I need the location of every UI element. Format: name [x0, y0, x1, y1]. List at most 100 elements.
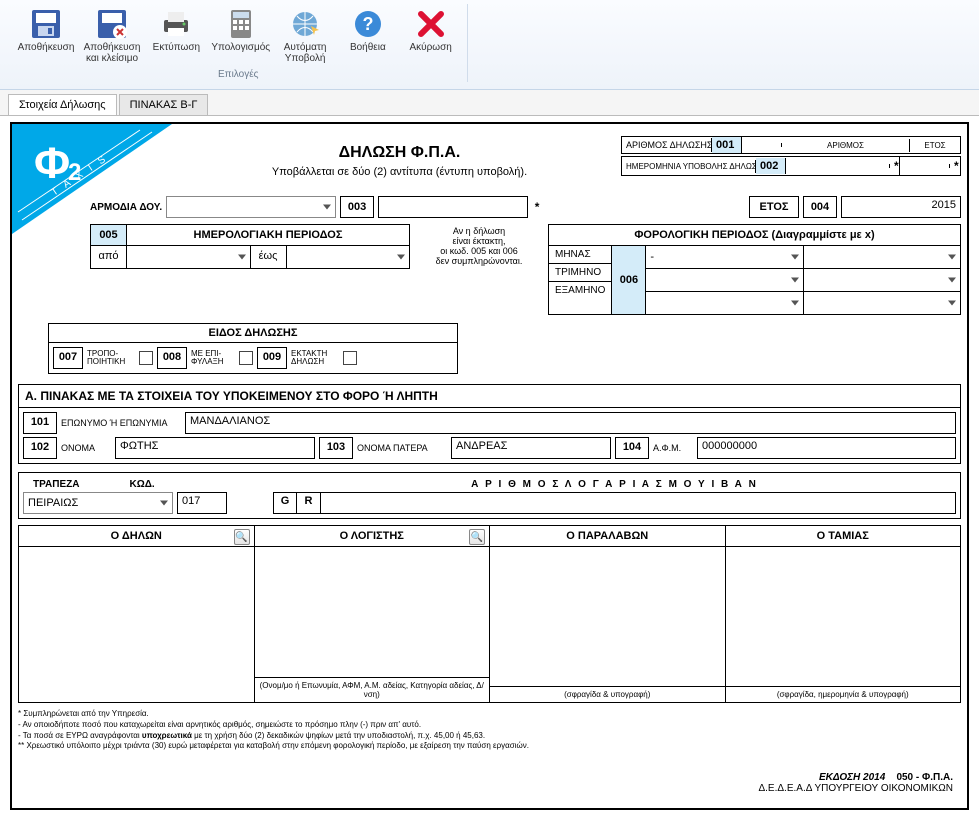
note-2: - Τα ποσά σε ΕΥΡΩ αναγράφονται υποχρεωτι…: [18, 731, 961, 742]
footer-code: 050 - Φ.Π.Α.: [896, 772, 953, 783]
print-label: Εκτύπωση: [153, 42, 200, 53]
kod-label: ΚΩΔ.: [129, 479, 154, 490]
help-label: Βοήθεια: [350, 42, 386, 53]
help-button[interactable]: ? Βοήθεια: [340, 6, 397, 80]
eidos-title: ΕΙΔΟΣ ΔΗΛΩΣΗΣ: [49, 324, 457, 343]
footer-right: ΕΚΔΟΣΗ 2014 050 - Φ.Π.Α. Δ.Ε.Δ.Ε.Α.Δ ΥΠΟ…: [758, 772, 953, 794]
tropo-label: ΤΡΟΠΟ- ΠΟΙΗΤΙΚΗ: [87, 350, 135, 366]
header-right: ΑΡΙΘΜΟΣ ΔΗΛΩΣΗΣ 001 ΑΡΙΘΜΟΣ ΕΤΟΣ ΗΜΕΡΟΜΗ…: [621, 136, 961, 176]
cancel-button[interactable]: Ακύρωση: [402, 6, 459, 80]
code-002: 002: [756, 158, 786, 174]
eponymo-label: ΕΠΩΝΥΜΟ Ή ΕΠΩΝΥΜΙΑ: [61, 418, 181, 428]
doy-field[interactable]: [378, 196, 528, 218]
save-close-icon: [96, 8, 128, 40]
cb-008[interactable]: [239, 351, 253, 365]
autosubmit-button[interactable]: Αυτόματη Υποβολή: [277, 6, 334, 80]
minas-label: ΜΗΝΑΣ: [549, 246, 611, 264]
star-etos: *: [950, 157, 960, 175]
code-006: 006: [612, 246, 646, 314]
code-009: 009: [257, 347, 287, 369]
sig-tamias: Ο ΤΑΜΙΑΣ (σφραγίδα, ημερομηνία & υπογραφ…: [726, 525, 962, 703]
title-text: ΔΗΛΩΣΗ Φ.Π.Α.: [184, 144, 615, 162]
form-title: ΔΗΛΩΣΗ Φ.Π.Α. Υποβάλλεται σε δύο (2) αντ…: [184, 130, 615, 178]
etos-label2: ΕΤΟΣ: [749, 196, 799, 218]
dilon-label: Ο ΔΗΛΩΝ: [111, 530, 162, 542]
calculator-icon: [225, 8, 257, 40]
tab-pinakas-bg[interactable]: ΠΙΝΑΚΑΣ Β-Γ: [119, 94, 209, 115]
bank-dropdown[interactable]: ΠΕΙΡΑΙΩΣ: [23, 492, 173, 514]
iban-r: R: [297, 492, 321, 514]
bank-code-field[interactable]: 017: [177, 492, 227, 514]
year-field[interactable]: 2015: [841, 196, 961, 218]
ribbon-group-label: Επιλογές: [218, 69, 258, 80]
iban-field[interactable]: [321, 492, 956, 514]
print-button[interactable]: Εκτύπωση: [148, 6, 205, 80]
ribbon-group: Αποθήκευση Αποθήκευση και κλείσιμο Εκτύπ…: [8, 4, 468, 82]
tamias-label: Ο ΤΑΜΙΑΣ: [726, 526, 961, 547]
onoma-label: ΟΝΟΜΑ: [61, 443, 111, 453]
cancel-label: Ακύρωση: [409, 42, 451, 53]
patros-label: ΟΝΟΜΑ ΠΑΤΕΡΑ: [357, 443, 447, 453]
apo-label: από: [91, 246, 127, 268]
period-note: Αν η δήλωσηείναι έκτακτη,οι κωδ. 005 και…: [414, 224, 544, 266]
arithmos-label: ΑΡΙΘΜΟΣ: [782, 139, 910, 152]
iban-title: Α Ρ Ι Θ Μ Ο Σ Λ Ο Γ Α Ρ Ι Α Σ Μ Ο Υ Ι Β …: [273, 477, 956, 492]
note-3: ** Χρεωστικό υπόλοιπο μέχρι τριάντα (30)…: [18, 741, 961, 752]
pinA-title: Α. ΠΙΝΑΚΑΣ ΜΕ ΤΑ ΣΤΟΙΧΕΙΑ ΤΟΥ ΥΠΟΚΕΙΜΕΝΟ…: [19, 385, 960, 408]
code-104: 104: [615, 437, 649, 459]
minas-dd1[interactable]: -: [646, 246, 803, 268]
examino-dd1[interactable]: [646, 292, 803, 314]
ektakti-label: ΕΚΤΑΚΤΗ ΔΗΛΩΣΗ: [291, 350, 339, 366]
code-001: 001: [712, 137, 742, 153]
patros-field[interactable]: ΑΝΔΡΕΑΣ: [451, 437, 611, 459]
doy-dropdown[interactable]: [166, 196, 336, 218]
print-icon: [160, 8, 192, 40]
subtitle: Υποβάλλεται σε δύο (2) αντίτυπα (έντυπη …: [184, 166, 615, 178]
note-star: * Συμπληρώνεται από την Υπηρεσία.: [18, 709, 961, 720]
code-008: 008: [157, 347, 187, 369]
onoma-field[interactable]: ΦΩΤΗΣ: [115, 437, 315, 459]
signatures: Ο ΔΗΛΩΝ 🔍 Ο ΛΟΓΙΣΤΗΣ 🔍 (Ονομ/μο ή Επωνυμ…: [18, 525, 961, 703]
search-dilon-icon[interactable]: 🔍: [234, 529, 250, 545]
eponymo-field[interactable]: ΜΑΝΔΑΛΙΑΝΟΣ: [185, 412, 956, 434]
save-close-button[interactable]: Αποθήκευση και κλείσιμο: [82, 6, 142, 80]
tab-details[interactable]: Στοιχεία Δήλωσης: [8, 94, 117, 115]
eos-dropdown[interactable]: [287, 246, 410, 268]
afm-field[interactable]: 000000000: [697, 437, 956, 459]
trimino-dd2[interactable]: [804, 269, 960, 291]
cancel-icon: [415, 8, 447, 40]
autosubmit-label1: Αυτόματη: [284, 42, 327, 53]
hdr-arithmos-dilosis: ΑΡΙΘΜΟΣ ΔΗΛΩΣΗΣ 001 ΑΡΙΘΜΟΣ ΕΤΟΣ: [621, 136, 961, 154]
logistis-label: Ο ΛΟΓΙΣΤΗΣ: [340, 530, 404, 542]
star-002: *: [890, 157, 900, 175]
logistis-foot: (Ονομ/μο ή Επωνυμία, ΑΦΜ, Α.Μ. αδείας, Κ…: [255, 677, 490, 702]
save-close-label1: Αποθήκευση: [84, 42, 141, 53]
code-101: 101: [23, 412, 57, 434]
trimino-dd1[interactable]: [646, 269, 803, 291]
iban-g: G: [273, 492, 297, 514]
epif-label: ΜΕ ΕΠΙ- ΦΥΛΑΞΗ: [191, 350, 235, 366]
save-button[interactable]: Αποθήκευση: [16, 6, 76, 80]
bank-block: ΤΡΑΠΕΖΑ ΚΩΔ. ΠΕΙΡΑΙΩΣ 017 Α Ρ Ι Θ Μ Ο Σ …: [18, 472, 961, 519]
footer-notes: * Συμπληρώνεται από την Υπηρεσία. - Αν ο…: [18, 709, 961, 752]
svg-text:?: ?: [362, 14, 373, 34]
help-icon: ?: [352, 8, 384, 40]
pinakas-a: Α. ΠΙΝΑΚΑΣ ΜΕ ΤΑ ΣΤΟΙΧΕΙΑ ΤΟΥ ΥΠΟΚΕΙΜΕΝΟ…: [18, 384, 961, 464]
note-1: - Αν οποιοδήποτε ποσό που καταχωρείται ε…: [18, 720, 961, 731]
sig-logistis: Ο ΛΟΓΙΣΤΗΣ 🔍 (Ονομ/μο ή Επωνυμία, ΑΦΜ, Α…: [255, 525, 491, 703]
search-logistis-icon[interactable]: 🔍: [469, 529, 485, 545]
cb-009[interactable]: [343, 351, 357, 365]
apo-dropdown[interactable]: [127, 246, 251, 268]
etos-label: ΕΤΟΣ: [910, 139, 960, 152]
eidos-block: ΕΙΔΟΣ ΔΗΛΩΣΗΣ 007 ΤΡΟΠΟ- ΠΟΙΗΤΙΚΗ 008 ΜΕ…: [48, 323, 458, 374]
code-007: 007: [53, 347, 83, 369]
code-102: 102: [23, 437, 57, 459]
cb-007[interactable]: [139, 351, 153, 365]
afm-label: Α.Φ.Μ.: [653, 443, 693, 453]
minas-dd2[interactable]: [804, 246, 960, 268]
save-icon: [30, 8, 62, 40]
examino-dd2[interactable]: [804, 292, 960, 314]
forologiki-block: ΦΟΡΟΛΟΓΙΚΗ ΠΕΡΙΟΔΟΣ (Διαγραμμίστε με x) …: [548, 224, 961, 315]
save-label: Αποθήκευση: [18, 42, 75, 53]
form-frame: Φ2T A X I S ΔΗΛΩΣΗ Φ.Π.Α. Υποβάλλεται σε…: [10, 122, 969, 810]
